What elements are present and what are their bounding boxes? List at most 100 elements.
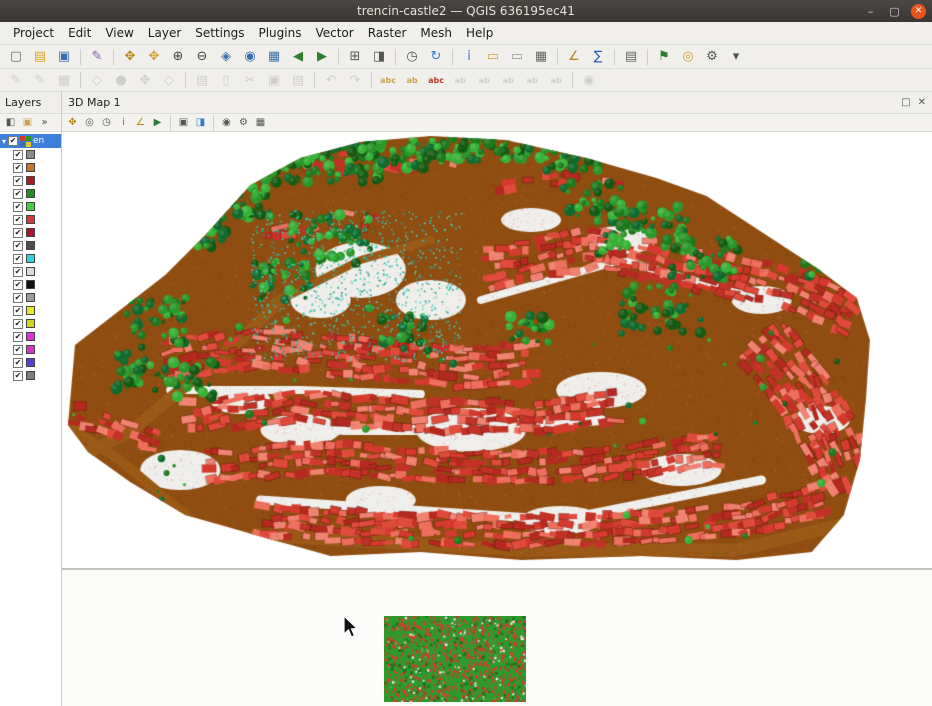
layer-class-checkbox[interactable]: ✔ [13,150,23,160]
layer-class-checkbox[interactable]: ✔ [13,228,23,238]
configure-scene-icon[interactable]: ⚙ [235,115,252,130]
close-panel-icon[interactable]: ✕ [918,97,926,108]
layer-class-row[interactable]: ✔ [0,174,61,187]
measure-line-3d-icon[interactable]: ∠ [132,115,149,130]
zoom-full-icon[interactable]: ◈ [215,47,237,67]
layer-class-row[interactable]: ✔ [0,291,61,304]
layer-class-row[interactable]: ✔ [0,343,61,356]
new-map-view-icon[interactable]: ⊞ [344,47,366,67]
measure-line-icon[interactable]: ∠ [563,47,585,67]
labeling-rules-icon[interactable]: abc [425,70,447,90]
layer-class-checkbox[interactable]: ✔ [13,189,23,199]
layer-class-row[interactable]: ✔ [0,213,61,226]
layer-class-row[interactable]: ✔ [0,317,61,330]
new-print-layout-icon[interactable]: ▤ [620,47,642,67]
menu-vector[interactable]: Vector [308,24,360,42]
camera-control-icon[interactable]: ◎ [81,115,98,130]
refresh-icon[interactable]: ↻ [425,47,447,67]
statistical-summary-icon[interactable]: ∑ [587,47,609,67]
layer-root-checkbox[interactable]: ✔ [8,136,18,146]
deselect-features-icon[interactable]: ▭ [506,47,528,67]
new-3d-map-view-icon[interactable]: ◨ [368,47,390,67]
layer-root-row[interactable]: ▾ ✔ en [0,134,61,148]
temporal-controller-icon[interactable]: ◷ [401,47,423,67]
open-attribute-table-icon[interactable]: ▦ [530,47,552,67]
minimize-button[interactable]: – [863,4,878,19]
zoom-in-icon[interactable]: ⊕ [167,47,189,67]
new-project-icon[interactable]: ▢ [5,47,27,67]
layer-class-checkbox[interactable]: ✔ [13,358,23,368]
layer-class-row[interactable]: ✔ [0,239,61,252]
manage-map-themes-icon[interactable]: ▣ [19,115,36,130]
show-bookmarks-icon[interactable]: ⚑ [653,47,675,67]
animations-icon[interactable]: ◷ [98,115,115,130]
layer-diagram-icon[interactable]: ab [401,70,423,90]
close-button[interactable]: ✕ [911,4,926,19]
style-manager-icon[interactable]: ✎ [86,47,108,67]
menu-plugins[interactable]: Plugins [251,24,308,42]
zoom-next-icon[interactable]: ▶ [311,47,333,67]
menu-layer[interactable]: Layer [141,24,188,42]
layer-class-checkbox[interactable]: ✔ [13,371,23,381]
options-dropdown-icon[interactable]: ▾ [725,47,747,67]
layer-class-checkbox[interactable]: ✔ [13,254,23,264]
layer-class-row[interactable]: ✔ [0,278,61,291]
pan-to-selection-icon[interactable]: ✥ [143,47,165,67]
pan-camera-icon[interactable]: ✥ [64,115,81,130]
camera-settings-icon[interactable]: ▦ [252,115,269,130]
menu-edit[interactable]: Edit [61,24,98,42]
layer-class-checkbox[interactable]: ✔ [13,176,23,186]
identify-features-icon[interactable]: i [458,47,480,67]
layer-class-row[interactable]: ✔ [0,265,61,278]
menu-help[interactable]: Help [459,24,500,42]
layers-toolbar-overflow-icon[interactable]: » [36,115,53,130]
save-project-icon[interactable]: ▣ [53,47,75,67]
layer-labeling-icon[interactable]: abc [377,70,399,90]
save-scene-image-icon[interactable]: ▣ [175,115,192,130]
layer-class-row[interactable]: ✔ [0,369,61,382]
menu-mesh[interactable]: Mesh [413,24,459,42]
maximize-button[interactable]: ▢ [887,4,902,19]
zoom-last-icon[interactable]: ◀ [287,47,309,67]
identify-3d-icon[interactable]: i [115,115,132,130]
layer-class-checkbox[interactable]: ✔ [13,163,23,173]
open-project-icon[interactable]: ▤ [29,47,51,67]
layer-class-row[interactable]: ✔ [0,161,61,174]
menu-view[interactable]: View [98,24,140,42]
undock-panel-icon[interactable]: □ [901,97,910,108]
export-scene-icon[interactable]: ◨ [192,115,209,130]
open-layer-styling-icon[interactable]: ◧ [2,115,19,130]
layer-class-row[interactable]: ✔ [0,200,61,213]
layer-class-checkbox[interactable]: ✔ [13,241,23,251]
visibility-options-icon[interactable]: ◉ [218,115,235,130]
zoom-to-layer-icon[interactable]: ▦ [263,47,285,67]
layer-class-row[interactable]: ✔ [0,148,61,161]
layer-class-checkbox[interactable]: ✔ [13,319,23,329]
layer-class-row[interactable]: ✔ [0,187,61,200]
layer-class-checkbox[interactable]: ✔ [13,293,23,303]
menu-project[interactable]: Project [6,24,61,42]
processing-toolbox-icon[interactable]: ⚙ [701,47,723,67]
search-locator-icon[interactable]: ◎ [677,47,699,67]
menu-settings[interactable]: Settings [188,24,251,42]
layer-class-checkbox[interactable]: ✔ [13,202,23,212]
zoom-to-selection-icon[interactable]: ◉ [239,47,261,67]
expander-icon[interactable]: ▾ [2,137,6,146]
menu-raster[interactable]: Raster [361,24,414,42]
layer-class-row[interactable]: ✔ [0,304,61,317]
pan-map-icon[interactable]: ✥ [119,47,141,67]
map3d-canvas[interactable] [62,132,932,568]
layer-class-checkbox[interactable]: ✔ [13,332,23,342]
layer-class-checkbox[interactable]: ✔ [13,306,23,316]
layer-class-row[interactable]: ✔ [0,356,61,369]
play-animation-icon[interactable]: ▶ [149,115,166,130]
zoom-out-icon[interactable]: ⊖ [191,47,213,67]
layer-class-checkbox[interactable]: ✔ [13,267,23,277]
layer-class-row[interactable]: ✔ [0,226,61,239]
layer-class-checkbox[interactable]: ✔ [13,215,23,225]
layer-class-row[interactable]: ✔ [0,252,61,265]
map2d-canvas[interactable] [62,568,932,706]
layer-class-checkbox[interactable]: ✔ [13,345,23,355]
select-features-icon[interactable]: ▭ [482,47,504,67]
layer-class-row[interactable]: ✔ [0,330,61,343]
